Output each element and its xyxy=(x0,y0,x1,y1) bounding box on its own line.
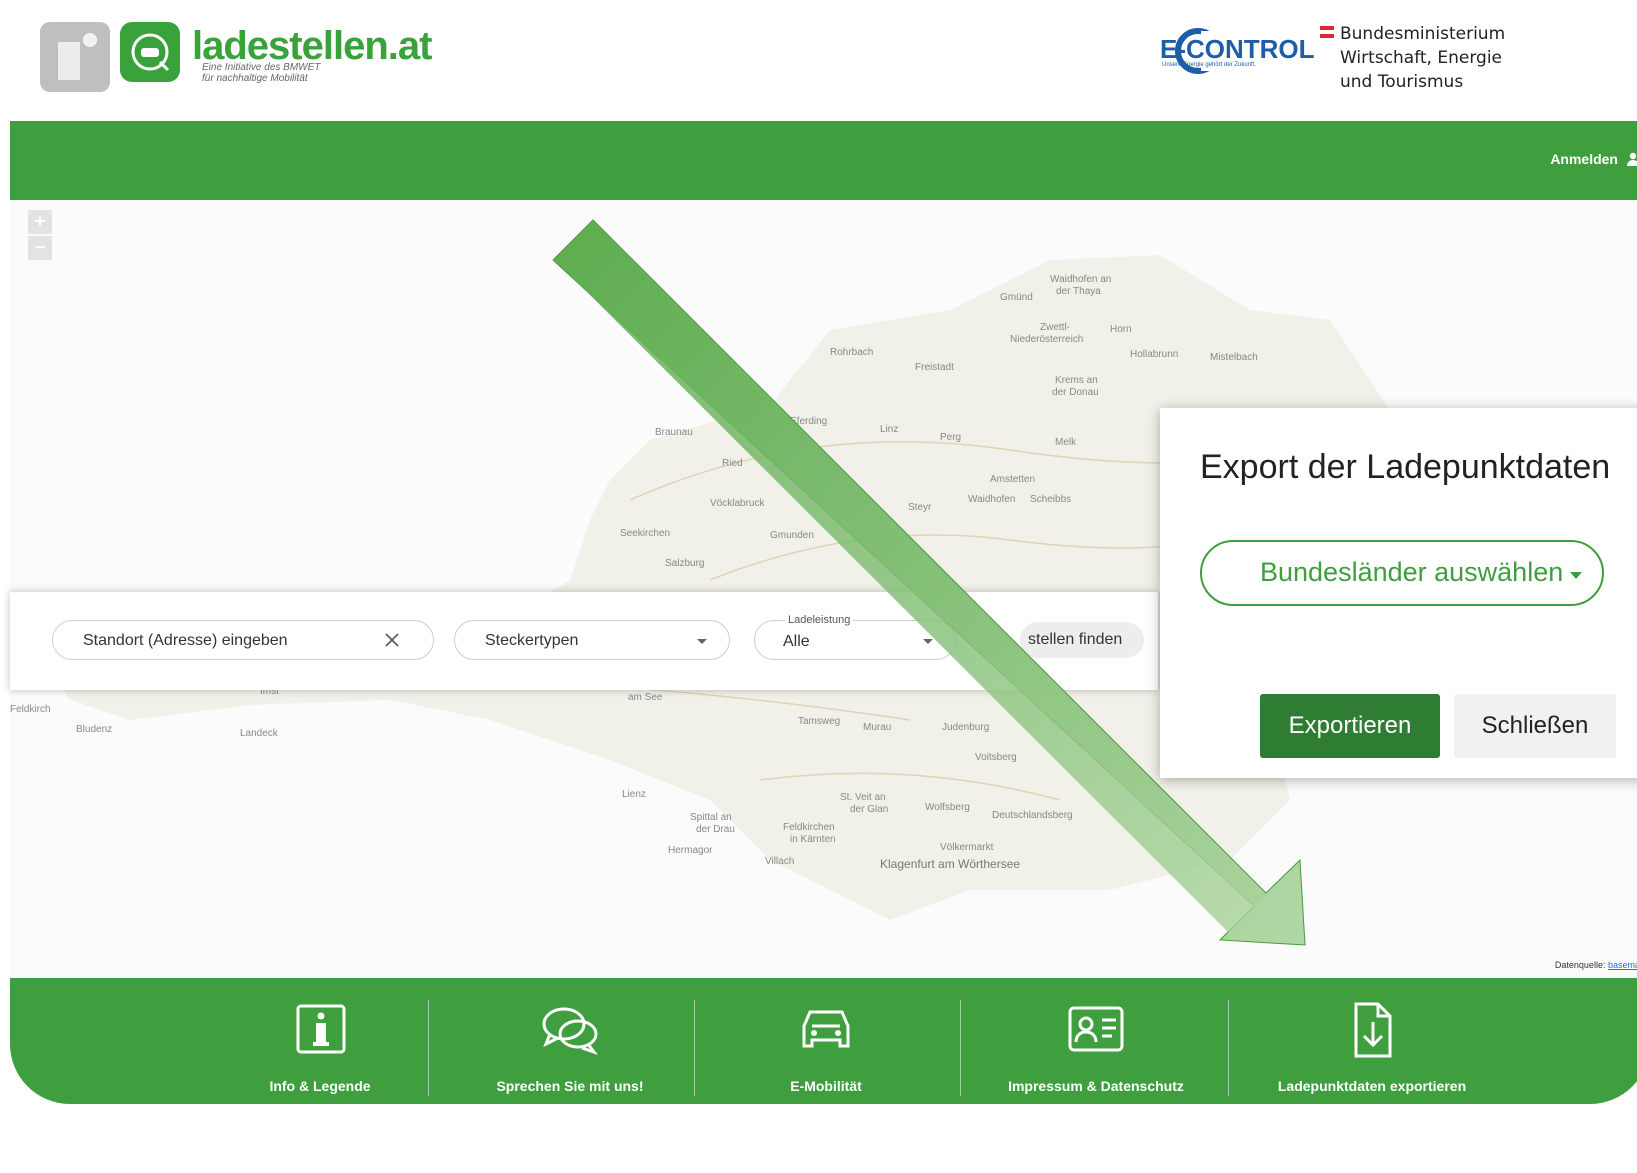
footer-item-export-label: Ladepunktdaten exportieren xyxy=(1277,1078,1467,1094)
footer-reflection-fade xyxy=(10,1104,1637,1173)
footer-reflection xyxy=(10,1104,1637,1173)
download-file-icon xyxy=(1354,1002,1392,1058)
footer-item-export[interactable]: Ladepunktdaten exportieren xyxy=(1232,978,1512,1104)
export-dialog: Export der Ladepunktdaten Bundesländer a… xyxy=(1160,408,1637,778)
export-button[interactable]: Exportieren xyxy=(1260,694,1440,758)
chevron-down-icon xyxy=(1570,572,1582,579)
footer-nav: Info & Legende Sprechen Sie mit uns! E-M… xyxy=(10,978,1637,1104)
export-dialog-title: Export der Ladepunktdaten xyxy=(1200,448,1611,486)
footer-divider xyxy=(694,1000,695,1096)
footer-item-imprint-label: Impressum & Datenschutz xyxy=(1008,1078,1184,1094)
footer-item-emobility-label: E-Mobilität xyxy=(790,1078,862,1094)
states-select[interactable]: Bundesländer auswählen xyxy=(1200,540,1604,606)
close-dialog-button[interactable]: Schließen xyxy=(1454,694,1616,758)
car-icon xyxy=(802,1010,850,1048)
footer-divider xyxy=(960,1000,961,1096)
id-card-icon xyxy=(1068,1006,1124,1052)
chat-icon xyxy=(542,1007,599,1055)
info-icon xyxy=(296,1004,346,1054)
footer-divider xyxy=(428,1000,429,1096)
footer-item-info-label: Info & Legende xyxy=(269,1078,371,1094)
footer-item-contact[interactable]: Sprechen Sie mit uns! xyxy=(442,978,698,1104)
footer-item-emobility[interactable]: E-Mobilität xyxy=(698,978,954,1104)
states-select-placeholder: Bundesländer auswählen xyxy=(1260,557,1564,587)
footer-item-contact-label: Sprechen Sie mit uns! xyxy=(496,1078,644,1094)
footer-item-imprint[interactable]: Impressum & Datenschutz xyxy=(968,978,1224,1104)
footer-item-info[interactable]: Info & Legende xyxy=(200,978,440,1104)
footer-divider xyxy=(1228,1000,1229,1096)
